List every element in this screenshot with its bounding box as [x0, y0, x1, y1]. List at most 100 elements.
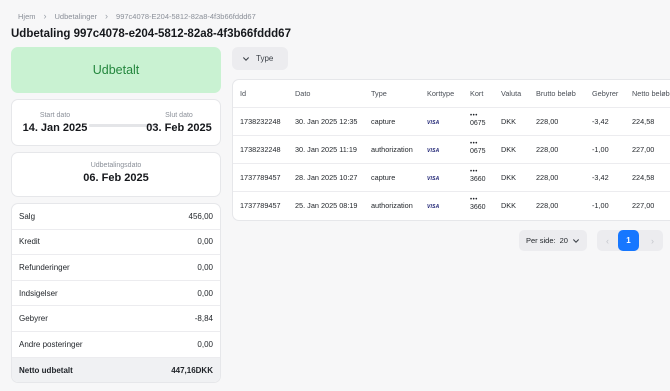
cell-currency: DKK — [494, 135, 529, 164]
table-row[interactable]: 1738232248 30. Jan 2025 11:19 authorizat… — [233, 135, 670, 164]
chevron-right-icon[interactable]: › — [642, 230, 663, 251]
pagination: ‹ 1 › — [597, 230, 663, 251]
cell-currency: DKK — [494, 107, 529, 136]
summary-value: 0,00 — [197, 339, 213, 349]
cell-gross: 228,00 — [529, 107, 585, 136]
column-header-type[interactable]: Type — [364, 80, 420, 108]
type-filter-button[interactable]: Type — [232, 47, 288, 70]
per-page-select[interactable]: Per side: 20 — [519, 230, 587, 251]
cell-gross: 228,00 — [536, 200, 559, 210]
cell-id: 1738232248 — [233, 135, 288, 164]
transactions-table: Id Dato Type Korttype Kort Valuta Brutto… — [232, 79, 670, 221]
summary-value: 0,00 — [197, 262, 213, 272]
table-row[interactable]: 1738232248 30. Jan 2025 12:35 capture VI… — [233, 107, 670, 136]
cell-id: 1738232248 — [233, 107, 288, 136]
cell-card: ••• 3660 — [463, 191, 494, 219]
page-button-current[interactable]: 1 — [618, 230, 639, 251]
summary-value: 0,00 — [197, 237, 213, 247]
chevron-left-icon[interactable]: ‹ — [597, 230, 618, 251]
card-last4: 0675 — [470, 120, 486, 127]
summary-row-other: Andre posteringer 0,00 — [12, 332, 220, 358]
breadcrumb-payouts[interactable]: Udbetalinger — [55, 12, 98, 21]
summary-value: 0,00 — [197, 288, 213, 298]
cell-date: 28. Jan 2025 10:27 — [288, 163, 364, 192]
cell-card-type: VISA — [420, 191, 463, 219]
column-header-date[interactable]: Dato — [288, 80, 364, 108]
summary-row-disputes: Indsigelser 0,00 — [12, 281, 220, 307]
summary-row-net-total: Netto udbetalt 447,16DKK — [12, 357, 220, 382]
start-date-value: 14. Jan 2025 — [22, 122, 88, 134]
date-range-card: Start dato 14. Jan 2025 Slut dato 03. Fe… — [11, 99, 221, 146]
cell-card: ••• 3660 — [463, 163, 494, 192]
cell-card: ••• 0675 — [463, 107, 494, 136]
cell-card-type: VISA — [420, 135, 463, 164]
cell-date: 30. Jan 2025 11:19 — [288, 135, 364, 164]
cell-gross: 228,00 — [529, 163, 585, 192]
cell-net: 224,58 — [625, 163, 670, 192]
type-filter-label: Type — [256, 54, 274, 63]
summary-label: Andre posteringer — [19, 339, 83, 349]
summary-row-credit: Kredit 0,00 — [12, 230, 220, 256]
summary-row-sales: Salg 456,00 — [12, 204, 220, 230]
cell-card: ••• 0675 — [463, 135, 494, 164]
cell-fees: -1,00 — [592, 200, 609, 210]
payout-date-card: Udbetalingsdato 06. Feb 2025 — [11, 152, 221, 197]
cell-type: capture — [364, 107, 420, 136]
card-last4: 3660 — [470, 176, 486, 183]
cell-id: 1737789457 — [240, 200, 281, 210]
cell-date: 25. Jan 2025 08:19 — [295, 200, 358, 210]
payout-date-label: Udbetalingsdato — [90, 162, 142, 169]
status-card: Udbetalt — [11, 47, 221, 93]
summary-value: 456,00 — [188, 211, 213, 221]
cell-gross: 228,00 — [529, 135, 585, 164]
status-badge: Udbetalt — [92, 63, 140, 77]
start-date: Start dato 14. Jan 2025 — [20, 112, 90, 134]
summary-label: Refunderinger — [19, 262, 70, 272]
summary-label: Netto udbetalt — [19, 365, 73, 375]
cell-net: 227,00 — [632, 200, 655, 210]
cell-date: 30. Jan 2025 12:35 — [288, 107, 364, 136]
payout-date-value: 06. Feb 2025 — [83, 172, 149, 184]
cell-fees: -3,42 — [585, 107, 625, 136]
column-header-card[interactable]: Kort — [463, 80, 494, 108]
cell-currency: DKK — [494, 163, 529, 192]
visa-icon: VISA — [427, 147, 440, 154]
breadcrumb-home[interactable]: Hjem — [18, 12, 36, 21]
column-header-card-type[interactable]: Korttype — [420, 80, 463, 108]
chevron-right-icon: › — [105, 11, 109, 21]
cell-type: capture — [364, 163, 420, 192]
chevron-down-icon — [573, 238, 579, 243]
end-date: Slut dato 03. Feb 2025 — [146, 112, 212, 134]
summary-value: -8,84 — [194, 314, 213, 324]
column-header-net[interactable]: Netto beløb — [625, 80, 670, 108]
summary-label: Indsigelser — [19, 288, 58, 298]
breadcrumb-current: 997c4078-E204-5812-82a8-4f3b66fddd67 — [116, 11, 256, 21]
column-header-id[interactable]: Id — [233, 80, 288, 108]
column-header-gross[interactable]: Brutto beløb — [529, 80, 585, 108]
cell-fees: -3,42 — [585, 163, 625, 192]
table-row[interactable]: 1737789457 25. Jan 2025 08:19 authorizat… — [233, 191, 670, 219]
summary-label: Kredit — [19, 237, 40, 247]
per-page-value: 20 — [559, 236, 568, 245]
summary-label: Gebyrer — [19, 314, 48, 324]
visa-icon: VISA — [427, 175, 440, 182]
column-header-fees[interactable]: Gebyrer — [585, 80, 625, 108]
cell-type: authorization — [371, 200, 413, 210]
column-header-currency[interactable]: Valuta — [494, 80, 529, 108]
breadcrumb: Hjem › Udbetalinger › 997c4078-E204-5812… — [18, 11, 256, 21]
table-header-row: Id Dato Type Korttype Kort Valuta Brutto… — [233, 80, 670, 108]
summary-card: Salg 456,00 Kredit 0,00 Refunderinger 0,… — [11, 203, 221, 383]
cell-card-type: VISA — [420, 163, 463, 192]
cell-id: 1737789457 — [233, 163, 288, 192]
summary-row-refunds: Refunderinger 0,00 — [12, 255, 220, 281]
card-last4: 3660 — [470, 204, 486, 212]
cell-fees: -1,00 — [585, 135, 625, 164]
cell-currency: DKK — [501, 200, 517, 210]
visa-icon: VISA — [427, 119, 440, 126]
end-date-label: Slut dato — [165, 112, 193, 119]
card-last4: 0675 — [470, 148, 486, 155]
cell-type: authorization — [364, 135, 420, 164]
visa-icon: VISA — [427, 203, 440, 210]
start-date-label: Start dato — [39, 112, 71, 119]
table-row[interactable]: 1737789457 28. Jan 2025 10:27 capture VI… — [233, 163, 670, 192]
